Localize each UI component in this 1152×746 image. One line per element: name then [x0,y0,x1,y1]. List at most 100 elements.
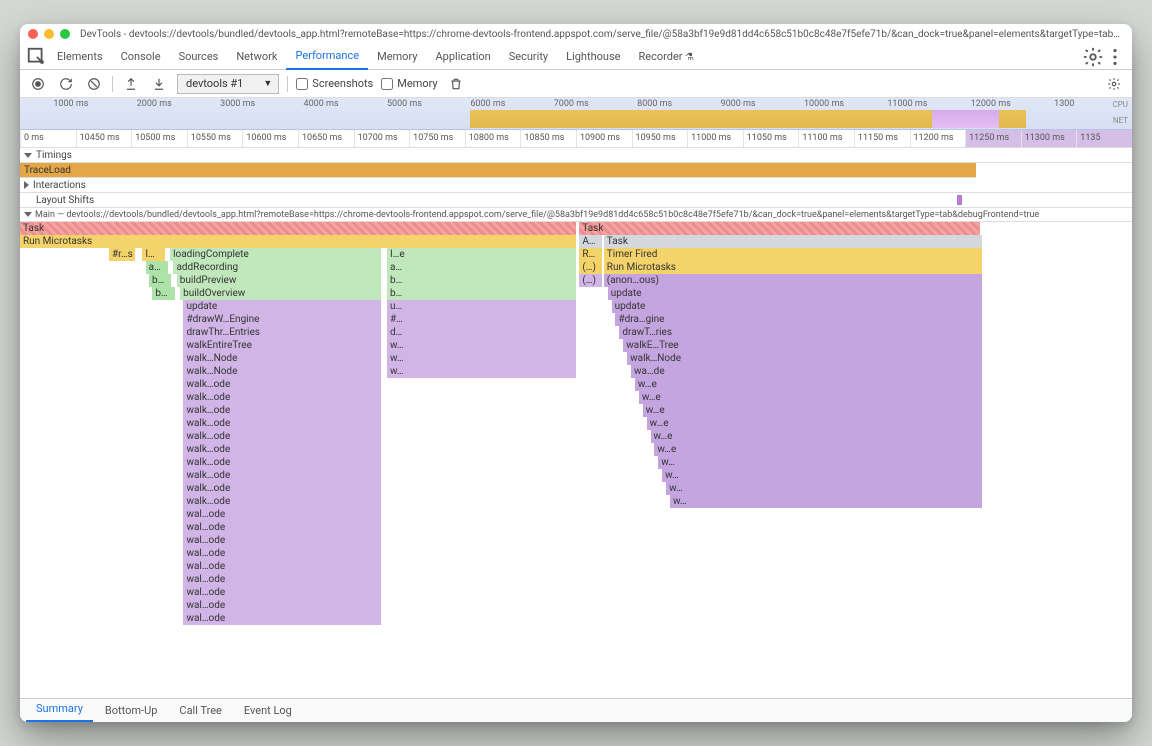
flame-bar[interactable]: (…) [579,274,601,287]
flame-bar[interactable]: I… [142,248,164,261]
flame-bar[interactable]: wa…de [631,365,982,378]
minimize-window-button[interactable] [44,29,54,39]
flame-bar[interactable]: drawThr…Entries [183,326,381,339]
flame-bar[interactable]: b… [387,274,576,287]
flame-bar[interactable]: walk…Node [627,352,982,365]
flame-bar[interactable]: walkEntireTree [183,339,381,352]
flame-chart[interactable]: Task Task Run Microtasks A… Task #r…sI…l… [20,222,1132,698]
tab-application[interactable]: Application [426,44,499,69]
flame-bar[interactable]: w…e [654,443,981,456]
flame-bar[interactable]: w…e [651,430,982,443]
trace-load-bar[interactable]: TraceLoad [20,163,976,178]
tab-security[interactable]: Security [500,44,557,69]
flame-bar[interactable]: wal…ode [183,521,381,534]
flame-bar[interactable]: I…e [387,248,576,261]
flame-bar[interactable]: update [183,300,381,313]
inspect-icon[interactable] [26,46,48,68]
bottom-tab-bottom-up[interactable]: Bottom-Up [95,699,168,722]
bottom-tab-event-log[interactable]: Event Log [234,699,302,722]
flame-bar[interactable]: w… [666,482,982,495]
tab-console[interactable]: Console [112,44,170,69]
flame-bar[interactable]: walk…ode [183,443,381,456]
flame-bar[interactable]: #… [387,313,576,326]
flame-bar[interactable]: walk…ode [183,417,381,430]
task-bar[interactable]: Task [579,222,979,235]
flame-bar[interactable]: addRecording [173,261,381,274]
flame-bar[interactable]: walkE…Tree [623,339,982,352]
flame-bar[interactable]: b… [149,274,171,287]
flame-bar[interactable]: wal…ode [183,508,381,521]
flame-bar[interactable]: w…e [643,404,982,417]
flame-bar[interactable]: walk…ode [183,469,381,482]
flame-bar[interactable]: walk…ode [183,495,381,508]
flame-bar[interactable]: wal…ode [183,599,381,612]
settings-button[interactable] [1104,74,1124,94]
flame-bar[interactable]: w…e [635,378,982,391]
flame-bar[interactable]: a… [387,261,576,274]
flame-bar[interactable]: Timer Fired [604,248,982,261]
flame-bar[interactable]: w… [658,456,982,469]
flame-bar[interactable]: walk…ode [183,378,381,391]
flame-bar[interactable]: w…e [639,391,982,404]
flame-bar[interactable]: wal…ode [183,612,381,625]
flame-bar[interactable]: wal…ode [183,560,381,573]
flame-bar[interactable]: w… [387,352,576,365]
flame-bar[interactable]: walk…ode [183,456,381,469]
upload-button[interactable] [121,74,141,94]
flame-bar[interactable]: wal…ode [183,586,381,599]
flame-bar[interactable]: R… [579,248,601,261]
flame-bar[interactable]: a… [146,261,168,274]
layout-shifts-section[interactable]: Layout Shifts [20,193,1132,208]
detail-ruler[interactable]: 0 ms10450 ms10500 ms10550 ms10600 ms1065… [20,130,1132,148]
flame-bar[interactable]: buildOverview [180,287,381,300]
flame-bar[interactable]: w… [387,339,576,352]
tab-network[interactable]: Network [227,44,286,69]
flame-bar[interactable]: wal…ode [183,547,381,560]
tab-elements[interactable]: Elements [48,44,112,69]
flame-bar[interactable]: walk…ode [183,404,381,417]
close-window-button[interactable] [28,29,38,39]
flame-bar[interactable]: walk…ode [183,391,381,404]
screenshots-checkbox[interactable]: Screenshots [296,77,373,90]
timings-section[interactable]: Timings [20,148,1132,163]
main-thread-header[interactable]: Main — devtools://devtools/bundled/devto… [20,208,1132,222]
tab-recorder[interactable]: Recorder ⚗ [629,44,703,69]
flame-bar[interactable]: (anon…ous) [604,274,982,287]
flame-bar[interactable]: Run Microtasks [604,261,982,274]
download-button[interactable] [149,74,169,94]
flame-bar[interactable]: #r…s [109,248,135,261]
memory-checkbox[interactable]: Memory [381,77,437,90]
flame-bar[interactable]: walk…Node [183,365,381,378]
flame-bar[interactable]: walk…ode [183,482,381,495]
delete-button[interactable] [446,74,466,94]
flame-bar[interactable]: (…) [579,261,601,274]
flame-bar[interactable]: A… [579,235,601,248]
flame-bar[interactable]: Task [604,235,982,248]
flame-bar[interactable]: wal…ode [183,573,381,586]
record-button[interactable] [28,74,48,94]
tab-performance[interactable]: Performance [286,43,368,70]
bottom-tab-summary[interactable]: Summary [26,697,93,722]
interactions-section[interactable]: Interactions [20,178,1132,193]
flame-bar[interactable]: #drawW…Engine [183,313,381,326]
run-microtasks-bar[interactable]: Run Microtasks [20,235,576,248]
clear-button[interactable] [84,74,104,94]
tab-sources[interactable]: Sources [170,44,228,69]
flame-bar[interactable]: drawT…ries [619,326,982,339]
tab-memory[interactable]: Memory [368,44,426,69]
tab-lighthouse[interactable]: Lighthouse [557,44,629,69]
more-icon[interactable] [1104,46,1126,68]
reload-button[interactable] [56,74,76,94]
settings-icon[interactable] [1082,46,1104,68]
bottom-tab-call-tree[interactable]: Call Tree [169,699,231,722]
flame-bar[interactable]: w… [670,495,982,508]
flame-bar[interactable]: b… [387,287,576,300]
target-select[interactable]: devtools #1▼ [177,74,279,94]
flame-bar[interactable]: walk…Node [183,352,381,365]
flame-bar[interactable]: w… [662,469,982,482]
task-bar[interactable]: Task [20,222,576,235]
overview-timeline[interactable]: 1000 ms2000 ms3000 ms4000 ms5000 ms6000 … [20,98,1132,130]
flame-bar[interactable]: d… [387,326,576,339]
flame-bar[interactable]: wal…ode [183,534,381,547]
flame-bar[interactable]: update [608,287,982,300]
